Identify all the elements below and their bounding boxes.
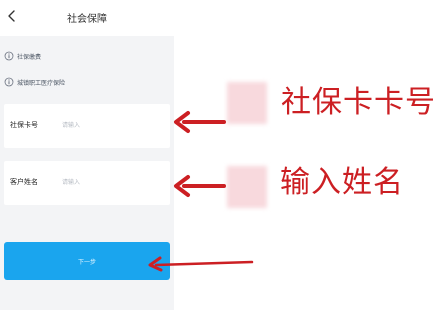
arrow-left-icon [148,256,254,272]
notice-panel: 社保缴费 城镇职工医疗保险 [0,38,174,98]
customer-name-label: 客户姓名 [10,178,38,186]
notice-text: 城镇职工医疗保险 [17,79,66,87]
card-number-label: 社保卡号 [10,121,38,129]
customer-name-input[interactable] [62,174,162,190]
redaction-blur [227,82,267,124]
customer-name-field: 客户姓名 [4,161,170,205]
notice-text: 社保缴费 [17,53,42,61]
card-number-input[interactable] [62,117,162,133]
top-navigation-bar: 社会保障 [0,0,174,36]
card-number-field: 社保卡号 [4,104,170,148]
page-title: 社会保障 [67,14,107,25]
info-circle-icon [4,77,14,87]
arrow-left-icon [174,175,226,197]
notice-item: 城镇职工医疗保险 [4,76,65,88]
annotation-card-number: 社保卡卡号 [281,85,436,120]
annotation-name: 输入姓名 [280,165,404,200]
notice-item: 社保缴费 [4,50,41,62]
info-circle-icon [4,51,14,61]
annotated-screenshot: 社会保障 社保缴费 城镇职工医疗保险 社保卡号 请输入 客户姓名 请输入 下一步… [0,0,439,310]
redaction-blur [227,166,267,208]
arrow-left-icon [174,111,226,133]
